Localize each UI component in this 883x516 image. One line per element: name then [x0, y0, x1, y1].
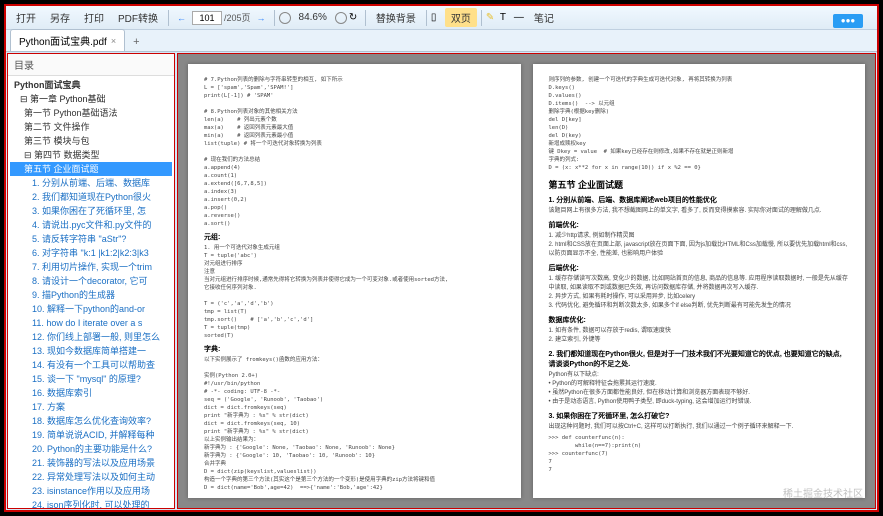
new-tab-button[interactable]: +	[125, 33, 147, 51]
watermark: 稀土掘金技术社区	[783, 485, 863, 500]
tree-chapter[interactable]: ⊟ 第一章 Python基础	[10, 92, 172, 106]
tree-leaf[interactable]: 21. 装饰器的写法以及应用场景	[10, 456, 172, 470]
zoom-value[interactable]: 84.6%	[293, 10, 333, 25]
underline-icon[interactable]: —	[514, 12, 526, 24]
tree-leaf[interactable]: 1. 分别从前端、后端、数据库	[10, 176, 172, 190]
pdf-page-right: 则序列的参数, 创建一个可迭代的字典生成可迭代对象, 再将其转换为列表 D.ke…	[533, 64, 866, 498]
print-button[interactable]: 打印	[78, 8, 110, 27]
next-page-icon[interactable]: →	[253, 13, 270, 23]
tree-leaf[interactable]: 16. 数据库索引	[10, 386, 172, 400]
tree-leaf[interactable]: 20. Python的主要功能是什么?	[10, 442, 172, 456]
pdf-page-left: # 7.Python列表的删除与字符串转型的相互, 如下所示 L = ['spa…	[188, 64, 521, 498]
body-text: Python有以下缺点: • Python的可解释特征会拖累其运行速度. • 虽…	[549, 371, 850, 407]
body-text: 1. 如有条件, 数据可以存放于redis, 谓取速度快 2. 建立索引, 外键…	[549, 327, 850, 345]
sub-heading: 前端优化:	[549, 220, 850, 230]
sub-heading: 数据库优化:	[549, 315, 850, 325]
body-text: 1. 缓存存储读写次数高, 变化少的数据, 比如网站首页的信息, 商品的信息等.…	[549, 275, 850, 311]
credit-badge: ●●●	[833, 14, 863, 28]
question-heading: 3. 如果你困在了死循环里, 怎么打破它?	[549, 411, 850, 421]
page-total: /205页	[224, 11, 251, 24]
tree-leaf[interactable]: 18. 数据库怎么优化查询效率?	[10, 414, 172, 428]
outline-sidebar: 目录 Python面试宝典 ⊟ 第一章 Python基础 第一节 Python基…	[7, 53, 175, 509]
code-block: # 7.Python列表的删除与字符串转型的相互, 如下所示 L = ['spa…	[204, 76, 505, 228]
tree-root[interactable]: Python面试宝典	[10, 78, 172, 92]
tree-leaf[interactable]: 10. 解释一下python的and-or	[10, 302, 172, 316]
tree-section[interactable]: ⊟ 第四节 数据类型	[10, 148, 172, 162]
tree-section[interactable]: 第三节 模块与包	[10, 134, 172, 148]
single-page-icon[interactable]: ▯	[431, 12, 443, 24]
tree-leaf[interactable]: 15. 谈一下 "mysql" 的原理?	[10, 372, 172, 386]
tree-leaf[interactable]: 13. 现如今数据库简单搭建一	[10, 344, 172, 358]
tree-leaf[interactable]: 4. 请说出.pyc文件和.py文件的	[10, 218, 172, 232]
outline-tree[interactable]: Python面试宝典 ⊟ 第一章 Python基础 第一节 Python基础语法…	[8, 76, 174, 508]
tab-title: Python面试宝典.pdf	[19, 33, 107, 48]
section-heading: 字典:	[204, 344, 505, 354]
pdf-convert-button[interactable]: PDF转换	[112, 8, 164, 27]
dual-page-button[interactable]: 双页	[445, 8, 477, 27]
code-block: 则序列的参数, 创建一个可迭代的字典生成可迭代对象, 再将其转换为列表 D.ke…	[549, 76, 850, 172]
tree-leaf[interactable]: 14. 有没有一个工具可以帮助查	[10, 358, 172, 372]
tree-leaf[interactable]: 23. isinstance作用以及应用场	[10, 484, 172, 498]
tree-leaf[interactable]: 5. 请反转字符串 "aStr"?	[10, 232, 172, 246]
sub-heading: 后端优化:	[549, 263, 850, 273]
rotate-icon[interactable]: ↻	[349, 12, 361, 24]
tree-leaf[interactable]: 11. how do I iterate over a s	[10, 316, 172, 330]
code-block: 1. 用一个可迭代对象生成元组 T = tuple('abc') 对元组进行排序…	[204, 244, 505, 340]
outline-header: 目录	[8, 54, 174, 76]
body-text: 1. 减少http请求, 例如制作精灵图 2. html和CSS放在页面上部, …	[549, 232, 850, 259]
tree-leaf[interactable]: 24. json序列化时, 可以处理的	[10, 498, 172, 508]
tab-document[interactable]: Python面试宝典.pdf ×	[10, 29, 125, 51]
tree-leaf[interactable]: 12. 你们线上部署一般, 则里怎么	[10, 330, 172, 344]
zoom-out-icon[interactable]	[279, 12, 291, 24]
text-icon[interactable]: T	[500, 12, 512, 24]
tree-leaf[interactable]: 7. 利用切片操作, 实现一个trim	[10, 260, 172, 274]
page-input[interactable]	[192, 11, 222, 25]
body-text: 该题目网上有很多方法, 我不想截图网上的单文字, 看多了, 反而变得摸索容. 实…	[549, 207, 850, 216]
prev-page-icon[interactable]: ←	[173, 13, 190, 23]
zoom-in-icon[interactable]	[335, 12, 347, 24]
page-nav: ← /205页 →	[173, 11, 270, 25]
toolbar: 打开 另存 打印 PDF转换 ← /205页 → 84.6% ↻ 替换背景 ▯ …	[6, 6, 877, 30]
section-heading: 元组:	[204, 232, 505, 242]
page-viewport[interactable]: # 7.Python列表的删除与字符串转型的相互, 如下所示 L = ['spa…	[177, 53, 876, 509]
tree-leaf[interactable]: 9. 描Python的生成器	[10, 288, 172, 302]
close-icon[interactable]: ×	[111, 36, 116, 46]
chapter-heading: 第五节 企业面试题	[549, 178, 850, 191]
body-text: 出现这种问题时, 我们可以按Ctrl+C, 这样可以打断执行, 我们以通过一个例…	[549, 423, 850, 432]
tree-leaf[interactable]: 6. 对字符串 "k:1 |k1:2|k2:3|k3	[10, 246, 172, 260]
question-heading: 1. 分别从前端、后端、数据库阐述web项目的性能优化	[549, 195, 850, 205]
tab-bar: Python面试宝典.pdf × +	[6, 30, 877, 52]
bg-button[interactable]: 替换背景	[370, 8, 422, 27]
save-button[interactable]: 另存	[44, 8, 76, 27]
tree-leaf[interactable]: 3. 如果你困在了死循环里, 怎	[10, 204, 172, 218]
tree-leaf[interactable]: 22. 异常处理写法以及如何主动	[10, 470, 172, 484]
tree-leaf[interactable]: 19. 简单说说ACID, 并解释每种	[10, 428, 172, 442]
note-button[interactable]: 笔记	[528, 8, 560, 27]
code-block: >>> def counterfunc(n): while(n==7):prin…	[549, 434, 850, 474]
tree-section[interactable]: 第二节 文件操作	[10, 120, 172, 134]
tree-leaf[interactable]: 2. 我们都知道现在Python很火	[10, 190, 172, 204]
question-heading: 2. 我们都知道现在Python很火, 但是对于一门技术我们不光要知道它的优点,…	[549, 349, 850, 369]
tree-leaf[interactable]: 17. 方案	[10, 400, 172, 414]
code-block: 以下实例展示了 fromkeys()函数的应用方法： 实例(Python 2.0…	[204, 356, 505, 492]
tree-leaf[interactable]: 8. 请设计一个decorator, 它可	[10, 274, 172, 288]
highlight-icon[interactable]: ✎	[486, 12, 498, 24]
tree-section-active[interactable]: 第五节 企业面试题	[10, 162, 172, 176]
open-button[interactable]: 打开	[10, 8, 42, 27]
tree-section[interactable]: 第一节 Python基础语法	[10, 106, 172, 120]
